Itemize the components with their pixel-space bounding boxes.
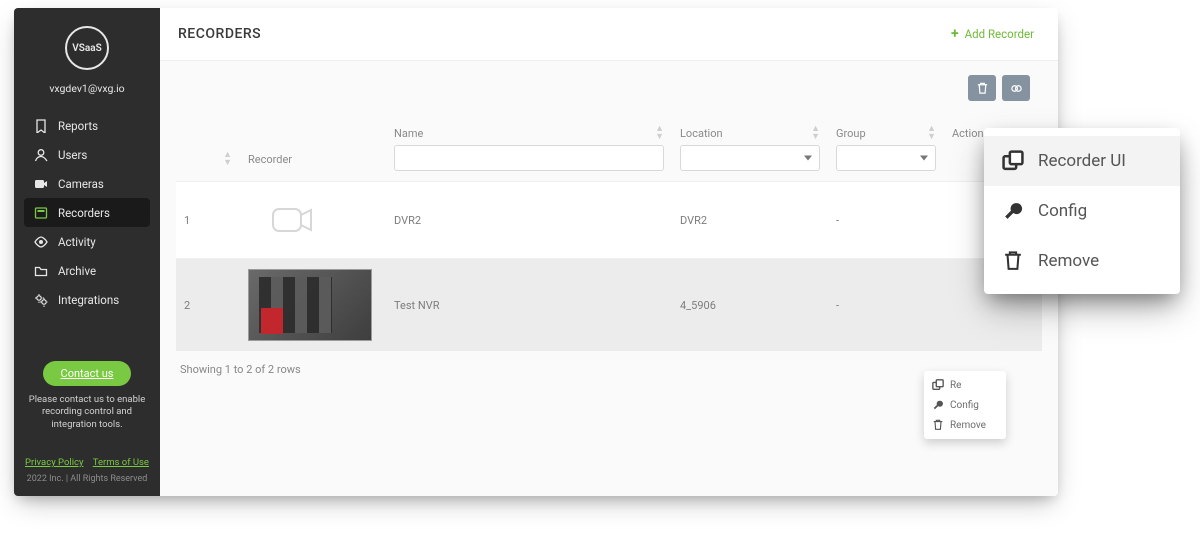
- bulk-link-button[interactable]: [1002, 75, 1030, 101]
- camera-thumbnail-image: [248, 269, 372, 341]
- sidebar-item-reports[interactable]: Reports: [24, 111, 150, 140]
- wrench-icon: [1002, 200, 1024, 222]
- contact-us-button[interactable]: Contact us: [43, 361, 132, 386]
- page-title: RECORDERS: [178, 26, 261, 42]
- menu-item-config[interactable]: Config: [924, 395, 1006, 415]
- sidebar-item-label: Activity: [58, 235, 96, 249]
- table-row[interactable]: 2 Test NVR 4_5906 -: [176, 259, 1042, 352]
- menu-item-recorder-ui[interactable]: Re: [924, 375, 1006, 395]
- group-filter-select[interactable]: [836, 145, 936, 171]
- table-row[interactable]: 1 DVR2 DVR2 - ···: [176, 182, 1042, 259]
- legal-block: Privacy Policy Terms of Use 2022 Inc. | …: [14, 441, 160, 496]
- menu-item-recorder-ui[interactable]: Recorder UI: [984, 136, 1180, 186]
- folder-icon: [34, 264, 48, 278]
- sidebar-item-label: Archive: [58, 264, 96, 278]
- row-action-menu-large: Recorder UI Config Remove: [984, 128, 1180, 294]
- sort-icon: ▲▼: [223, 151, 232, 167]
- camera-placeholder-icon: [248, 192, 338, 248]
- main-content: RECORDERS + Add Recorder: [160, 8, 1058, 496]
- sidebar-item-integrations[interactable]: Integrations: [24, 285, 150, 314]
- col-group[interactable]: Group▲▼: [828, 119, 944, 182]
- sidebar-item-label: Recorders: [58, 206, 110, 220]
- sidebar-item-activity[interactable]: Activity: [24, 227, 150, 256]
- name-filter-input[interactable]: [394, 145, 664, 171]
- topbar: RECORDERS + Add Recorder: [160, 8, 1058, 61]
- gears-icon: [34, 293, 48, 307]
- wrench-icon: [932, 399, 944, 411]
- trash-icon: [1002, 250, 1024, 272]
- sort-icon: ▲▼: [655, 125, 664, 141]
- col-location[interactable]: Location▲▼: [672, 119, 828, 182]
- privacy-link[interactable]: Privacy Policy: [25, 457, 83, 468]
- sort-icon: ▲▼: [811, 125, 820, 141]
- recorders-table: ▲▼ Recorder Name▲▼ Location▲▼: [176, 119, 1042, 351]
- recorder-ui-icon: [1002, 150, 1024, 172]
- account-email: vxgdev1@vxg.io: [14, 76, 160, 111]
- row-thumbnail: [240, 182, 386, 259]
- brand-logo: VSaaS: [14, 22, 160, 76]
- bulk-toolbar: [968, 75, 1030, 101]
- location-filter-select[interactable]: [680, 145, 820, 171]
- row-group: -: [828, 182, 944, 259]
- contact-block: Contact us Please contact us to enable r…: [14, 361, 160, 441]
- row-action-menu-small: Re Config Remove: [924, 371, 1006, 439]
- sidebar-item-cameras[interactable]: Cameras: [24, 169, 150, 198]
- col-name[interactable]: Name▲▼: [386, 119, 672, 182]
- add-recorder-button[interactable]: + Add Recorder: [951, 26, 1034, 42]
- sidebar: VSaaS vxgdev1@vxg.io Reports Users Camer…: [14, 8, 160, 496]
- sidebar-item-label: Users: [58, 148, 87, 162]
- row-thumbnail: [240, 259, 386, 352]
- row-name: Test NVR: [386, 259, 672, 352]
- sidebar-item-users[interactable]: Users: [24, 140, 150, 169]
- bookmark-icon: [34, 119, 48, 133]
- col-index[interactable]: ▲▼: [176, 119, 240, 182]
- brand-text: VSaaS: [72, 43, 101, 54]
- copyright-text: 2022 Inc. | All Rights Reserved: [24, 474, 150, 484]
- terms-link[interactable]: Terms of Use: [93, 457, 149, 468]
- sidebar-nav: Reports Users Cameras Recorders Activity…: [14, 111, 160, 314]
- sidebar-item-label: Cameras: [58, 177, 104, 191]
- sidebar-item-label: Integrations: [58, 293, 119, 307]
- app-shell: VSaaS vxgdev1@vxg.io Reports Users Camer…: [14, 8, 1058, 496]
- contact-note: Please contact us to enable recording co…: [28, 394, 146, 431]
- link-icon: [1009, 82, 1024, 95]
- col-recorder[interactable]: Recorder: [240, 119, 386, 182]
- sort-icon: ▲▼: [927, 125, 936, 141]
- row-location: 4_5906: [672, 259, 828, 352]
- add-recorder-label: Add Recorder: [965, 27, 1034, 41]
- table-footer: Showing 1 to 2 of 2 rows: [176, 351, 1042, 388]
- plus-icon: +: [951, 26, 959, 42]
- row-group: -: [828, 259, 944, 352]
- row-index: 1: [176, 182, 240, 259]
- menu-item-remove[interactable]: Remove: [984, 236, 1180, 286]
- eye-icon: [34, 235, 48, 249]
- trash-icon: [976, 82, 989, 95]
- menu-item-config[interactable]: Config: [984, 186, 1180, 236]
- trash-icon: [932, 419, 944, 431]
- recorder-ui-icon: [932, 379, 944, 391]
- sidebar-item-archive[interactable]: Archive: [24, 256, 150, 285]
- row-name: DVR2: [386, 182, 672, 259]
- row-location: DVR2: [672, 182, 828, 259]
- recorder-icon: [34, 206, 48, 220]
- sidebar-item-label: Reports: [58, 119, 98, 133]
- content-area: ▲▼ Recorder Name▲▼ Location▲▼: [160, 61, 1058, 404]
- user-icon: [34, 148, 48, 162]
- row-index: 2: [176, 259, 240, 352]
- sidebar-item-recorders[interactable]: Recorders: [24, 198, 150, 227]
- camera-icon: [34, 177, 48, 191]
- menu-item-remove[interactable]: Remove: [924, 415, 1006, 435]
- bulk-delete-button[interactable]: [968, 75, 996, 101]
